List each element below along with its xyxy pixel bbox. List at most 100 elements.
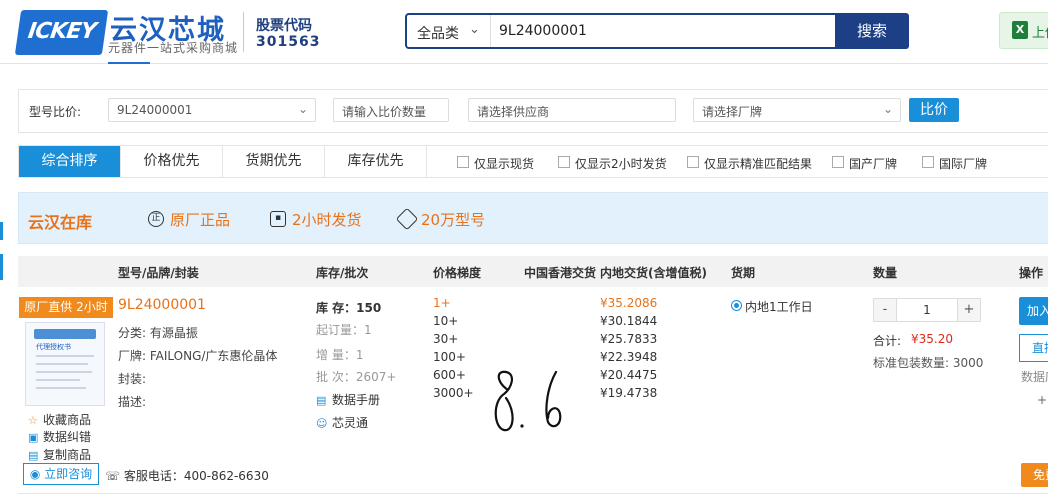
tier-price: ¥22.3948 xyxy=(600,350,658,364)
search-button[interactable]: 搜索 xyxy=(835,13,909,49)
genuine-icon: 正 xyxy=(148,211,164,227)
checkbox-icon xyxy=(687,156,699,168)
col-mainland-delivery: 内地交货(含增值税) xyxy=(600,266,707,280)
stock-quantity: 库 存：150 xyxy=(316,301,382,315)
direct-supply-badge: 原厂直供 2小时发货 xyxy=(19,297,113,335)
compare-supplier-select[interactable]: 请选择供应商 xyxy=(468,98,676,122)
product-description: 描述: xyxy=(118,395,147,409)
handwriting-stroke xyxy=(545,370,562,428)
filter-label: 仅显示现货 xyxy=(474,157,535,171)
handwriting-stroke xyxy=(520,424,524,428)
excel-icon: X xyxy=(1012,21,1028,39)
page: ICKEY 云汉芯城 元器件一站式采购商城 股票代码 301563 全品类 ⌄ … xyxy=(0,0,1048,500)
stock-code-label: 股票代码 xyxy=(256,18,312,34)
handwriting-stroke xyxy=(494,370,514,432)
left-edge-marker xyxy=(0,254,3,280)
thumb-header-bar xyxy=(34,329,96,339)
tier-price: ¥19.4738 xyxy=(600,386,658,400)
xinlingtong-label: 芯灵通 xyxy=(332,416,369,430)
banner-title: 云汉在库 xyxy=(28,213,93,232)
phone-icon: ☏ xyxy=(105,469,124,483)
search-category-label: 全品类 xyxy=(417,26,459,42)
banner-feature-genuine: 原厂正品 xyxy=(170,211,231,229)
chevron-down-icon: ⌄ xyxy=(882,102,893,116)
delivery-radio[interactable] xyxy=(731,300,742,311)
tier-price: ¥25.7833 xyxy=(600,332,658,346)
tab-comprehensive[interactable]: 综合排序 xyxy=(19,146,121,177)
tab-price[interactable]: 价格优先 xyxy=(121,146,223,177)
pdf-icon: ▤ xyxy=(316,394,327,407)
checkbox-icon xyxy=(558,156,570,168)
favorite-label: 收藏商品 xyxy=(43,413,92,427)
add-to-cart-button[interactable]: 加入购物车 xyxy=(1019,297,1048,325)
decrement-button[interactable]: - xyxy=(874,299,896,321)
tab-delivery[interactable]: 货期优先 xyxy=(223,146,325,177)
search-category-select[interactable]: 全品类 ⌄ xyxy=(407,15,491,47)
tier-qty: 3000+ xyxy=(433,386,474,400)
tier-price: ¥20.4475 xyxy=(600,368,658,382)
compare-qty-input[interactable]: 请输入比价数量 xyxy=(333,98,449,122)
copy-label: 复制商品 xyxy=(43,448,92,462)
filter-label: 仅显示2小时发货 xyxy=(575,157,667,171)
tier-price: ¥30.1844 xyxy=(600,314,658,328)
standard-pack-qty: 标准包装数量: 3000 xyxy=(873,356,984,370)
datasheet-link[interactable]: ▤ 数据手册 xyxy=(316,391,380,408)
consult-button[interactable]: ◉ 立即咨询 xyxy=(23,463,99,485)
total-label: 合计: xyxy=(873,334,902,348)
thumb-line xyxy=(36,355,94,357)
tier-qty: 100+ xyxy=(433,350,466,364)
checkbox-icon xyxy=(922,156,934,168)
favorite-link[interactable]: ☆ 收藏商品 xyxy=(28,411,91,428)
part-number-link[interactable]: 9L24000001 xyxy=(118,297,206,313)
product-package: 封装: xyxy=(118,372,147,386)
service-phone: ☏ 客服电话：400-862-6630 xyxy=(105,467,269,484)
database-link[interactable]: 数据库 xyxy=(1021,368,1048,385)
checkbox-icon xyxy=(832,156,844,168)
left-edge-marker xyxy=(0,222,3,240)
increment-button[interactable]: + xyxy=(958,299,980,321)
col-model: 型号/品牌/封装 xyxy=(118,266,199,280)
col-price-tiers: 价格梯度 xyxy=(433,266,482,280)
col-quantity: 数量 xyxy=(873,266,898,280)
product-brand: 厂牌: FAILONG/广东惠伦晶体 xyxy=(118,349,278,363)
expand-plus[interactable]: + xyxy=(1037,393,1047,407)
compare-part-select[interactable]: 9L24000001 ⌄ xyxy=(108,98,316,122)
chevron-down-icon: ⌄ xyxy=(297,102,308,116)
banner-feature-shipping: 2小时发货 xyxy=(292,211,362,229)
search-input[interactable]: 9L24000001 xyxy=(499,23,829,39)
quantity-input[interactable]: 1 xyxy=(896,299,958,321)
total-value: ¥35.20 xyxy=(911,332,953,346)
increment-qty: 增 量：1 xyxy=(316,348,364,362)
filter-label: 仅显示精准匹配结果 xyxy=(704,157,813,171)
quantity-stepper: - 1 + xyxy=(873,298,981,322)
product-thumbnail[interactable]: 代理授权书 xyxy=(25,322,105,406)
brand-divider xyxy=(243,12,244,52)
compare-supplier-placeholder: 请选择供应商 xyxy=(477,105,550,119)
compare-part-value: 9L24000001 xyxy=(117,103,193,117)
thumb-line xyxy=(36,379,80,381)
thumb-title: 代理授权书 xyxy=(36,343,71,351)
excel-upload-button[interactable]: X 上传 xyxy=(999,12,1048,49)
free-sample-button[interactable]: 免费样品 xyxy=(1021,463,1048,487)
thumb-line xyxy=(36,371,92,373)
buy-now-button[interactable]: 直接购买 xyxy=(1019,334,1048,362)
report-error-link[interactable]: ▣ 数据纠错 xyxy=(28,428,91,445)
batch-code: 批 次：2607+ xyxy=(316,370,397,384)
ickey-logo[interactable]: ICKEY xyxy=(14,10,109,55)
chat-bubble-icon: ◉ xyxy=(29,467,45,481)
header-divider xyxy=(0,63,1048,64)
xinlingtong-link[interactable]: ☺ 芯灵通 xyxy=(316,414,368,431)
compare-button[interactable]: 比价 xyxy=(909,98,959,122)
tier-qty: 600+ xyxy=(433,368,466,382)
tier-qty: 30+ xyxy=(433,332,459,346)
search-bar: 全品类 ⌄ 9L24000001 搜索 xyxy=(405,13,909,49)
compare-brand-select[interactable]: 请选择厂牌 ⌄ xyxy=(693,98,901,122)
banner-feature-models: 20万型号 xyxy=(421,211,486,229)
tab-stock[interactable]: 库存优先 xyxy=(325,146,427,177)
col-hk-delivery: 中国香港交货 xyxy=(524,266,597,280)
copy-link[interactable]: ▤ 复制商品 xyxy=(28,446,91,463)
chat-icon: ▣ xyxy=(28,431,39,444)
consult-label: 立即咨询 xyxy=(44,467,93,481)
document-icon: ▤ xyxy=(28,449,39,462)
datasheet-label: 数据手册 xyxy=(332,393,381,407)
